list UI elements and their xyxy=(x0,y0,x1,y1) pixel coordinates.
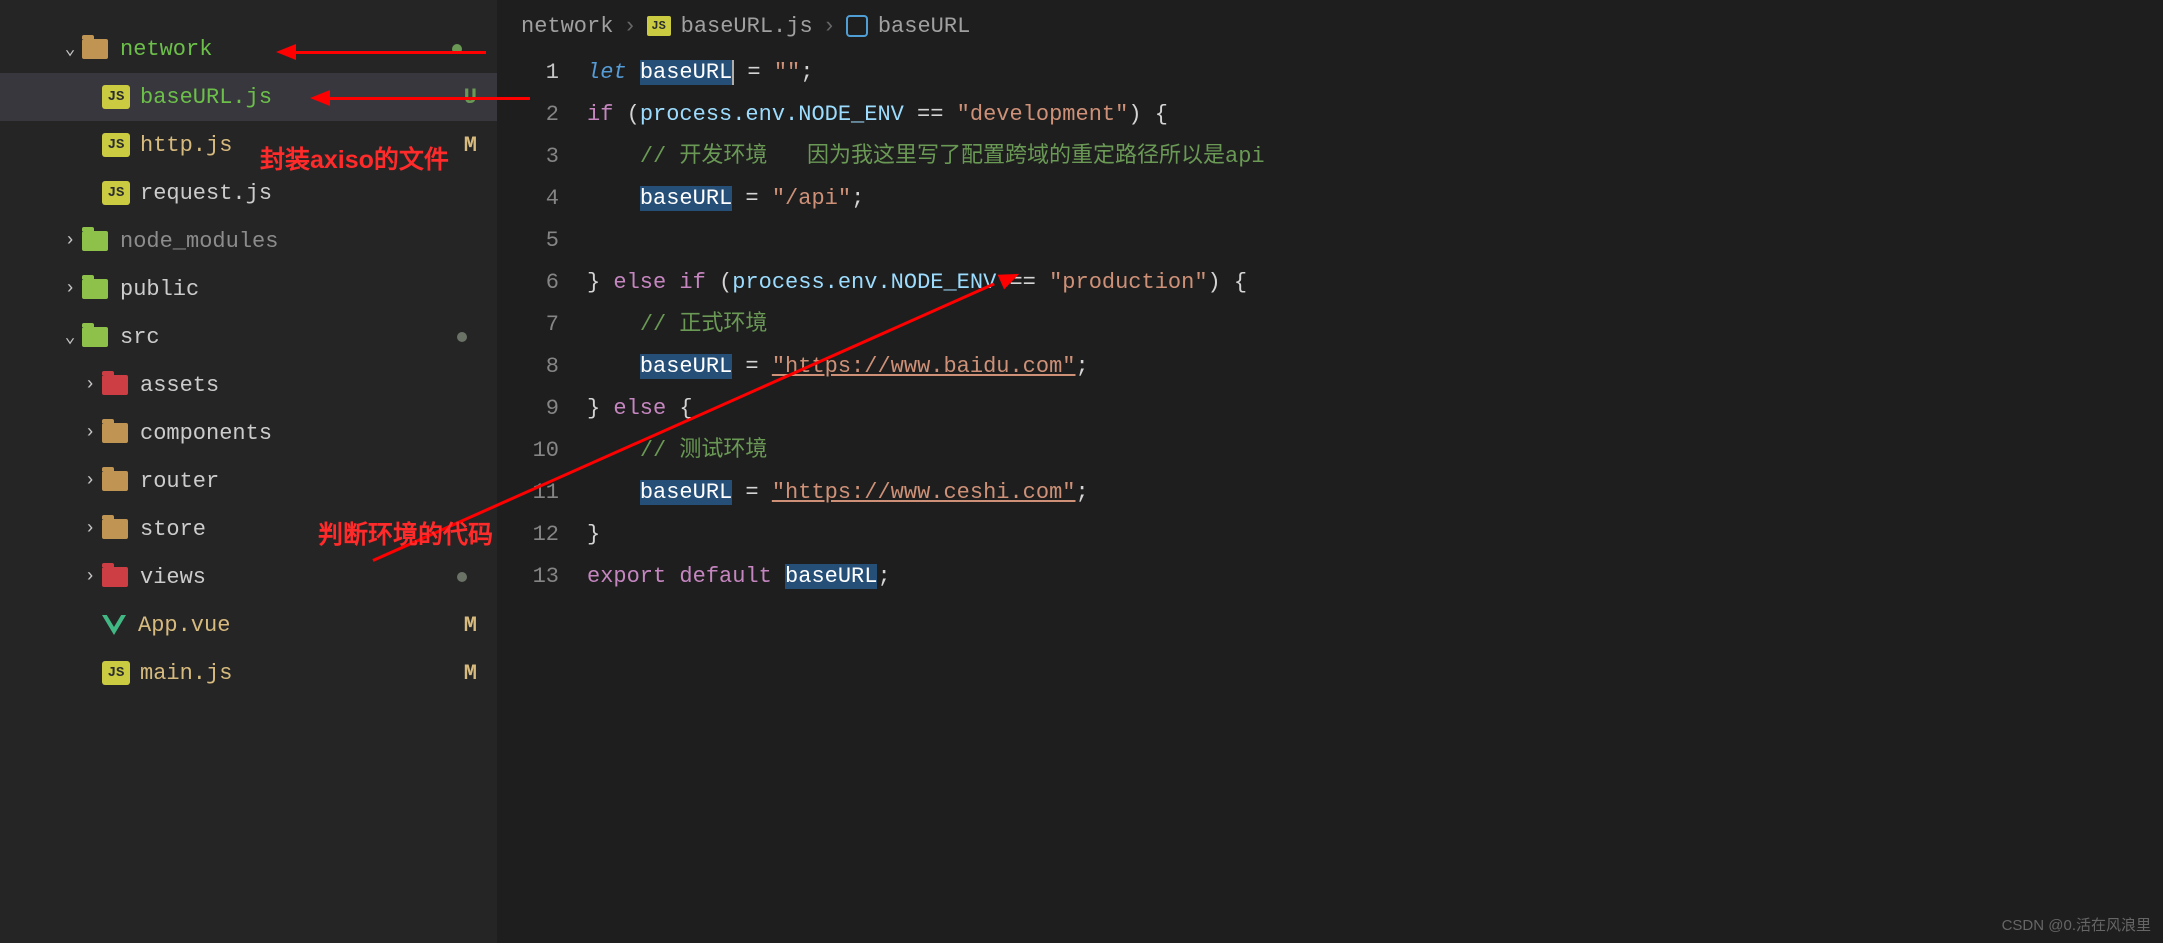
breadcrumb-seg[interactable]: baseURL.js xyxy=(681,14,813,39)
tree-label: src xyxy=(120,325,477,350)
js-file-icon: JS xyxy=(102,661,130,685)
arrow-icon xyxy=(310,90,330,106)
tree-label: router xyxy=(140,469,477,494)
dot-icon xyxy=(457,332,467,342)
tree-label: views xyxy=(140,565,477,590)
chevron-right-icon: › xyxy=(823,14,836,39)
tree-label: public xyxy=(120,277,477,302)
variable-icon xyxy=(846,15,868,37)
chevron-right-icon: › xyxy=(78,375,102,395)
arrow-icon xyxy=(330,97,530,100)
annotation-text: 封装axiso的文件 xyxy=(260,140,449,176)
tree-label: request.js xyxy=(140,181,477,206)
folder-icon xyxy=(82,327,108,347)
chevron-right-icon: › xyxy=(623,14,636,39)
chevron-right-icon: › xyxy=(78,423,102,443)
tree-item-node-modules[interactable]: › node_modules xyxy=(0,217,497,265)
js-file-icon: JS xyxy=(647,16,671,36)
tree-item-components[interactable]: › components xyxy=(0,409,497,457)
js-file-icon: JS xyxy=(102,133,130,157)
tree-label: assets xyxy=(140,373,477,398)
folder-icon xyxy=(102,375,128,395)
tree-item-views[interactable]: › views xyxy=(0,553,497,601)
tree-item-src[interactable]: ⌄ src xyxy=(0,313,497,361)
tree-item-request[interactable]: JS request.js xyxy=(0,169,497,217)
tree-label: components xyxy=(140,421,477,446)
chevron-right-icon: › xyxy=(78,567,102,587)
breadcrumb-seg[interactable]: baseURL xyxy=(878,14,970,39)
chevron-right-icon: › xyxy=(58,231,82,251)
folder-icon xyxy=(102,567,128,587)
tree-item-public[interactable]: › public xyxy=(0,265,497,313)
folder-icon xyxy=(82,279,108,299)
tree-item-network[interactable]: ⌄ network xyxy=(0,25,497,73)
tree-label: network xyxy=(120,37,477,62)
tree-label: node_modules xyxy=(120,229,477,254)
git-status: M xyxy=(457,613,477,638)
tree-item-assets[interactable]: › assets xyxy=(0,361,497,409)
arrow-icon xyxy=(276,44,296,60)
chevron-down-icon: ⌄ xyxy=(58,38,82,60)
tree-item-main-js[interactable]: JS main.js M xyxy=(0,649,497,697)
chevron-right-icon: › xyxy=(58,279,82,299)
chevron-right-icon: › xyxy=(78,519,102,539)
tree-label: App.vue xyxy=(138,613,457,638)
annotation-text: 判断环境的代码 xyxy=(318,515,493,551)
folder-icon xyxy=(102,519,128,539)
js-file-icon: JS xyxy=(102,85,130,109)
folder-icon xyxy=(102,423,128,443)
editor: network › JS baseURL.js › baseURL 1 2 3 … xyxy=(497,0,2163,943)
chevron-down-icon: ⌄ xyxy=(58,326,82,348)
breadcrumb[interactable]: network › JS baseURL.js › baseURL xyxy=(497,0,2163,52)
chevron-right-icon: › xyxy=(78,471,102,491)
folder-icon xyxy=(82,231,108,251)
dot-icon xyxy=(457,572,467,582)
code-content[interactable]: let baseURL = ""; if (process.env.NODE_E… xyxy=(587,52,2163,943)
tree-item-app-vue[interactable]: App.vue M xyxy=(0,601,497,649)
breadcrumb-seg[interactable]: network xyxy=(521,14,613,39)
git-status: M xyxy=(457,133,477,158)
tree-label: main.js xyxy=(140,661,457,686)
folder-icon xyxy=(102,471,128,491)
git-status: M xyxy=(457,661,477,686)
js-file-icon: JS xyxy=(102,181,130,205)
watermark: CSDN @0.活在风浪里 xyxy=(2002,914,2151,935)
code-area[interactable]: 1 2 3 4 5 6 7 8 9 10 11 12 13 let baseUR… xyxy=(497,52,2163,943)
tree-item-router[interactable]: › router xyxy=(0,457,497,505)
folder-open-icon xyxy=(82,39,108,59)
arrow-icon xyxy=(296,51,486,54)
vue-file-icon xyxy=(102,615,126,635)
